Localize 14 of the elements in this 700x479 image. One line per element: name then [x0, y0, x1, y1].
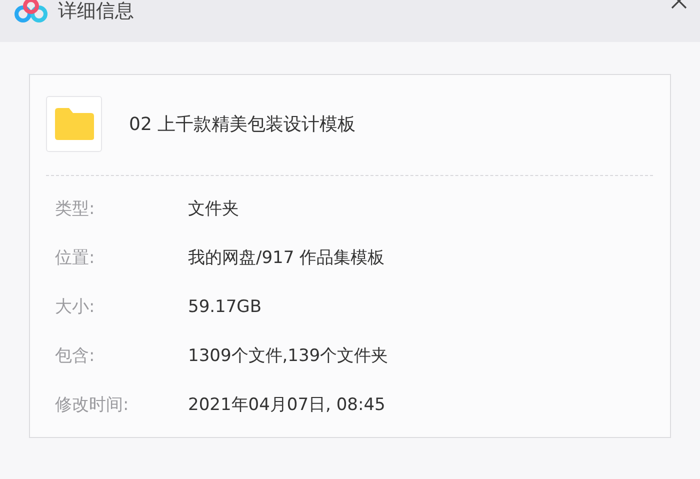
- file-name: 02 上千款精美包装设计模板: [129, 113, 356, 136]
- cloud-logo-icon: [14, 0, 48, 24]
- property-label: 修改时间:: [55, 394, 130, 416]
- property-value: 59.17GB: [188, 296, 262, 316]
- folder-icon: [53, 107, 95, 141]
- property-value: 2021年04月07日, 08:45: [188, 394, 386, 416]
- property-label: 类型:: [55, 198, 96, 220]
- property-label: 包含:: [55, 345, 96, 367]
- property-value: 1309个文件,139个文件夹: [188, 345, 388, 367]
- property-label: 位置:: [55, 247, 96, 269]
- property-value: 文件夹: [188, 198, 239, 220]
- property-label: 大小:: [55, 296, 96, 318]
- window-title: 详细信息: [58, 0, 134, 22]
- property-value: 我的网盘/917 作品集模板: [188, 247, 385, 269]
